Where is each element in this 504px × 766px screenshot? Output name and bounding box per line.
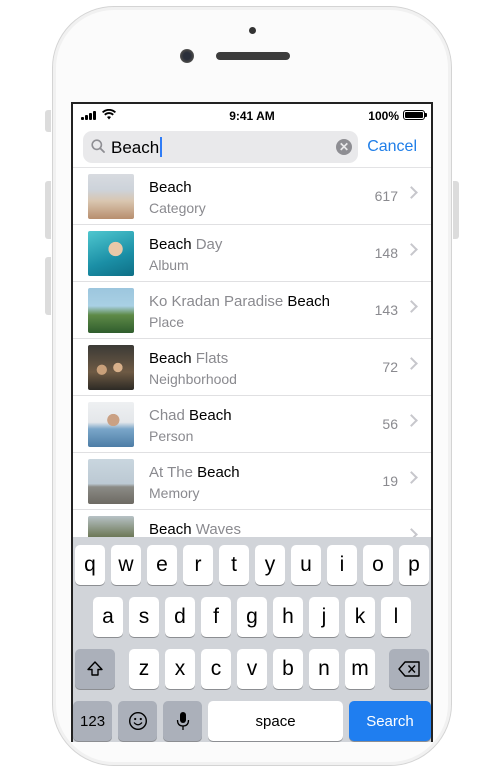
result-row[interactable]: Ko Kradan Paradise Beach Place 143 bbox=[73, 282, 431, 339]
cancel-button[interactable]: Cancel bbox=[367, 138, 417, 156]
key-letter[interactable]: g bbox=[237, 597, 267, 637]
key-letter[interactable]: u bbox=[291, 545, 321, 585]
key-letter[interactable]: t bbox=[219, 545, 249, 585]
keyboard-row-2: asdfghjkl bbox=[73, 597, 431, 637]
key-letter[interactable]: f bbox=[201, 597, 231, 637]
keyboard: qwertyuiop asdfghjkl zxcvbnm 123 space S… bbox=[73, 537, 431, 742]
status-bar: 9:41 AM 100% bbox=[73, 104, 431, 126]
dictation-key[interactable] bbox=[163, 701, 203, 741]
result-row[interactable]: At The Beach Memory 19 bbox=[73, 453, 431, 510]
result-count: 617 bbox=[374, 188, 398, 204]
key-letter[interactable]: h bbox=[273, 597, 303, 637]
chevron-right-icon bbox=[405, 357, 418, 370]
key-letter[interactable]: s bbox=[129, 597, 159, 637]
key-letter[interactable]: i bbox=[327, 545, 357, 585]
emoji-key[interactable] bbox=[118, 701, 158, 741]
search-input[interactable]: Beach ✕ bbox=[83, 131, 358, 163]
chevron-right-icon bbox=[405, 243, 418, 256]
screen: 9:41 AM 100% Beach ✕ Cancel Beach Categor… bbox=[71, 102, 433, 742]
result-thumbnail bbox=[88, 231, 134, 276]
key-letter[interactable]: v bbox=[237, 649, 267, 689]
shift-key[interactable] bbox=[75, 649, 115, 689]
key-letter[interactable]: b bbox=[273, 649, 303, 689]
shift-icon bbox=[87, 661, 103, 676]
result-count: 148 bbox=[374, 245, 398, 261]
key-letter[interactable]: w bbox=[111, 545, 141, 585]
result-count: 56 bbox=[382, 416, 398, 432]
result-count: 72 bbox=[382, 359, 398, 375]
text-cursor bbox=[160, 137, 163, 157]
microphone-icon bbox=[176, 712, 189, 730]
key-letter[interactable]: r bbox=[183, 545, 213, 585]
key-letter[interactable]: j bbox=[309, 597, 339, 637]
keyboard-row-3-letters: zxcvbnm bbox=[129, 649, 375, 689]
result-title: Chad Beach bbox=[149, 407, 232, 424]
space-key[interactable]: space bbox=[208, 701, 343, 741]
chevron-right-icon bbox=[405, 300, 418, 313]
key-letter[interactable]: a bbox=[93, 597, 123, 637]
battery-percentage: 100% bbox=[368, 109, 399, 123]
key-letter[interactable]: n bbox=[309, 649, 339, 689]
result-title: Ko Kradan Paradise Beach bbox=[149, 293, 330, 310]
result-subtitle: Category bbox=[149, 200, 206, 216]
result-count: 19 bbox=[382, 473, 398, 489]
key-letter[interactable]: e bbox=[147, 545, 177, 585]
result-title: Beach bbox=[149, 179, 192, 196]
result-title: Beach Flats bbox=[149, 350, 229, 367]
result-row[interactable]: Beach Day Album 148 bbox=[73, 225, 431, 282]
key-letter[interactable]: c bbox=[201, 649, 231, 689]
key-letter[interactable]: l bbox=[381, 597, 411, 637]
front-camera bbox=[180, 49, 194, 63]
result-subtitle: Person bbox=[149, 428, 194, 444]
volume-up-button bbox=[45, 181, 51, 239]
keyboard-row-1: qwertyuiop bbox=[73, 545, 431, 585]
battery-icon bbox=[403, 110, 427, 120]
result-row[interactable]: Chad Beach Person 56 bbox=[73, 396, 431, 453]
search-key[interactable]: Search bbox=[348, 701, 431, 741]
power-button bbox=[453, 181, 459, 239]
result-thumbnail bbox=[88, 174, 134, 219]
key-letter[interactable]: d bbox=[165, 597, 195, 637]
chevron-right-icon bbox=[405, 471, 418, 484]
key-letter[interactable]: q bbox=[75, 545, 105, 585]
result-count: 143 bbox=[374, 302, 398, 318]
search-query: Beach bbox=[111, 137, 163, 158]
volume-down-button bbox=[45, 257, 51, 315]
proximity-sensor bbox=[249, 27, 256, 34]
key-letter[interactable]: o bbox=[363, 545, 393, 585]
result-subtitle: Memory bbox=[149, 485, 200, 501]
keyboard-row-4: 123 space Search bbox=[73, 701, 431, 741]
emoji-icon bbox=[128, 711, 147, 731]
search-icon bbox=[91, 139, 105, 153]
result-subtitle: Place bbox=[149, 314, 185, 330]
result-title: Beach Day bbox=[149, 236, 223, 253]
key-letter[interactable]: k bbox=[345, 597, 375, 637]
key-letter[interactable]: p bbox=[399, 545, 429, 585]
result-thumbnail bbox=[88, 345, 134, 390]
result-subtitle: Neighborhood bbox=[149, 371, 237, 387]
clear-icon[interactable]: ✕ bbox=[336, 139, 352, 155]
earpiece-speaker bbox=[216, 52, 290, 60]
numbers-key[interactable]: 123 bbox=[73, 701, 113, 741]
result-thumbnail bbox=[88, 402, 134, 447]
result-subtitle: Album bbox=[149, 257, 189, 273]
key-letter[interactable]: y bbox=[255, 545, 285, 585]
search-bar: Beach ✕ Cancel bbox=[73, 126, 431, 168]
result-thumbnail bbox=[88, 288, 134, 333]
delete-key[interactable] bbox=[389, 649, 429, 689]
chevron-right-icon bbox=[405, 414, 418, 427]
search-results-list: Beach Category 617 Beach Day Album 148 Ko Krad… bbox=[73, 168, 431, 567]
key-letter[interactable]: x bbox=[165, 649, 195, 689]
result-row[interactable]: Beach Flats Neighborhood 72 bbox=[73, 339, 431, 396]
chevron-right-icon bbox=[405, 186, 418, 199]
key-letter[interactable]: z bbox=[129, 649, 159, 689]
result-title: At The Beach bbox=[149, 464, 240, 481]
delete-icon bbox=[398, 661, 420, 677]
result-row[interactable]: Beach Category 617 bbox=[73, 168, 431, 225]
result-thumbnail bbox=[88, 459, 134, 504]
result-title: Beach Waves bbox=[149, 521, 241, 538]
keyboard-row-3: zxcvbnm bbox=[73, 649, 431, 689]
mute-switch bbox=[45, 110, 51, 132]
key-letter[interactable]: m bbox=[345, 649, 375, 689]
